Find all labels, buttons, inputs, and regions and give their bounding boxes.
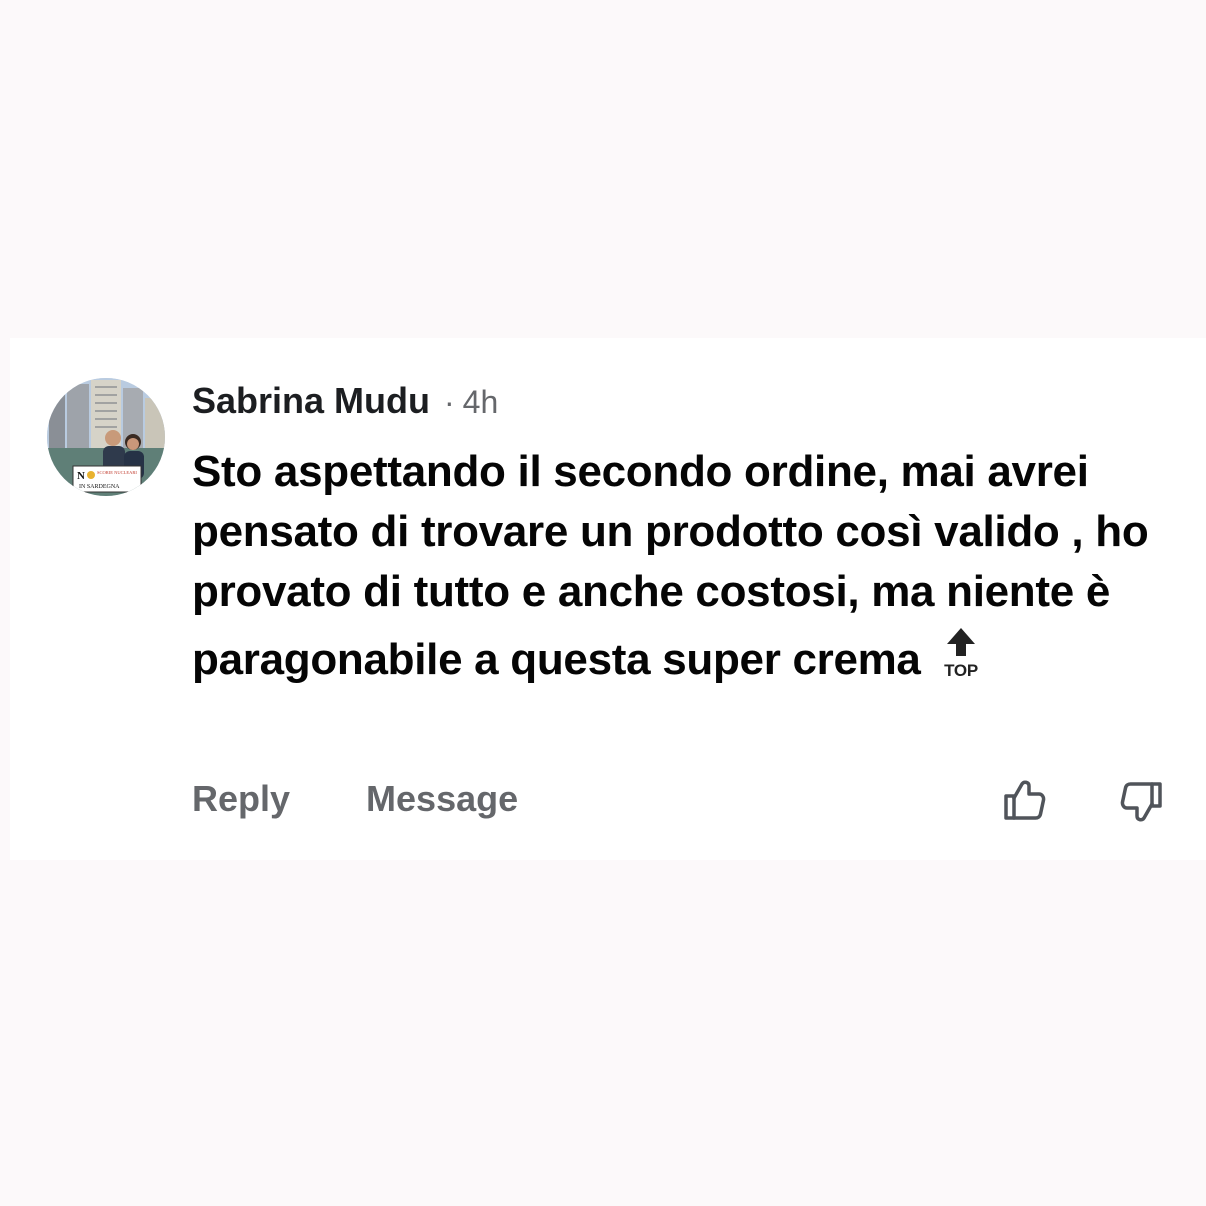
avatar[interactable]: N SCORIE NUCLEARI IN SARDEGNA	[47, 378, 165, 496]
svg-text:SCORIE NUCLEARI: SCORIE NUCLEARI	[97, 470, 137, 475]
comment-text: Sto aspettando il secondo ordine, mai av…	[192, 447, 1149, 684]
message-button[interactable]: Message	[366, 778, 518, 820]
comment-body: Sto aspettando il secondo ordine, mai av…	[192, 442, 1192, 690]
top-arrow-emoji-icon: TOP	[935, 622, 987, 680]
avatar-photo: N SCORIE NUCLEARI IN SARDEGNA	[47, 378, 165, 496]
separator-dot: ·	[444, 384, 455, 420]
comment-card: N SCORIE NUCLEARI IN SARDEGNA Sabrina Mu…	[10, 338, 1206, 860]
svg-text:N: N	[77, 470, 85, 482]
author-name[interactable]: Sabrina Mudu	[192, 380, 430, 422]
thumbs-down-icon[interactable]	[1118, 778, 1166, 826]
timestamp[interactable]: 4h	[463, 384, 499, 421]
svg-text:IN SARDEGNA: IN SARDEGNA	[79, 484, 120, 490]
top-emoji-label: TOP	[944, 661, 978, 680]
comment-actions: Reply Message	[192, 778, 518, 820]
reply-button[interactable]: Reply	[192, 778, 290, 820]
comment-header: Sabrina Mudu · 4h	[192, 380, 498, 428]
thumbs-up-icon[interactable]	[1000, 776, 1048, 824]
